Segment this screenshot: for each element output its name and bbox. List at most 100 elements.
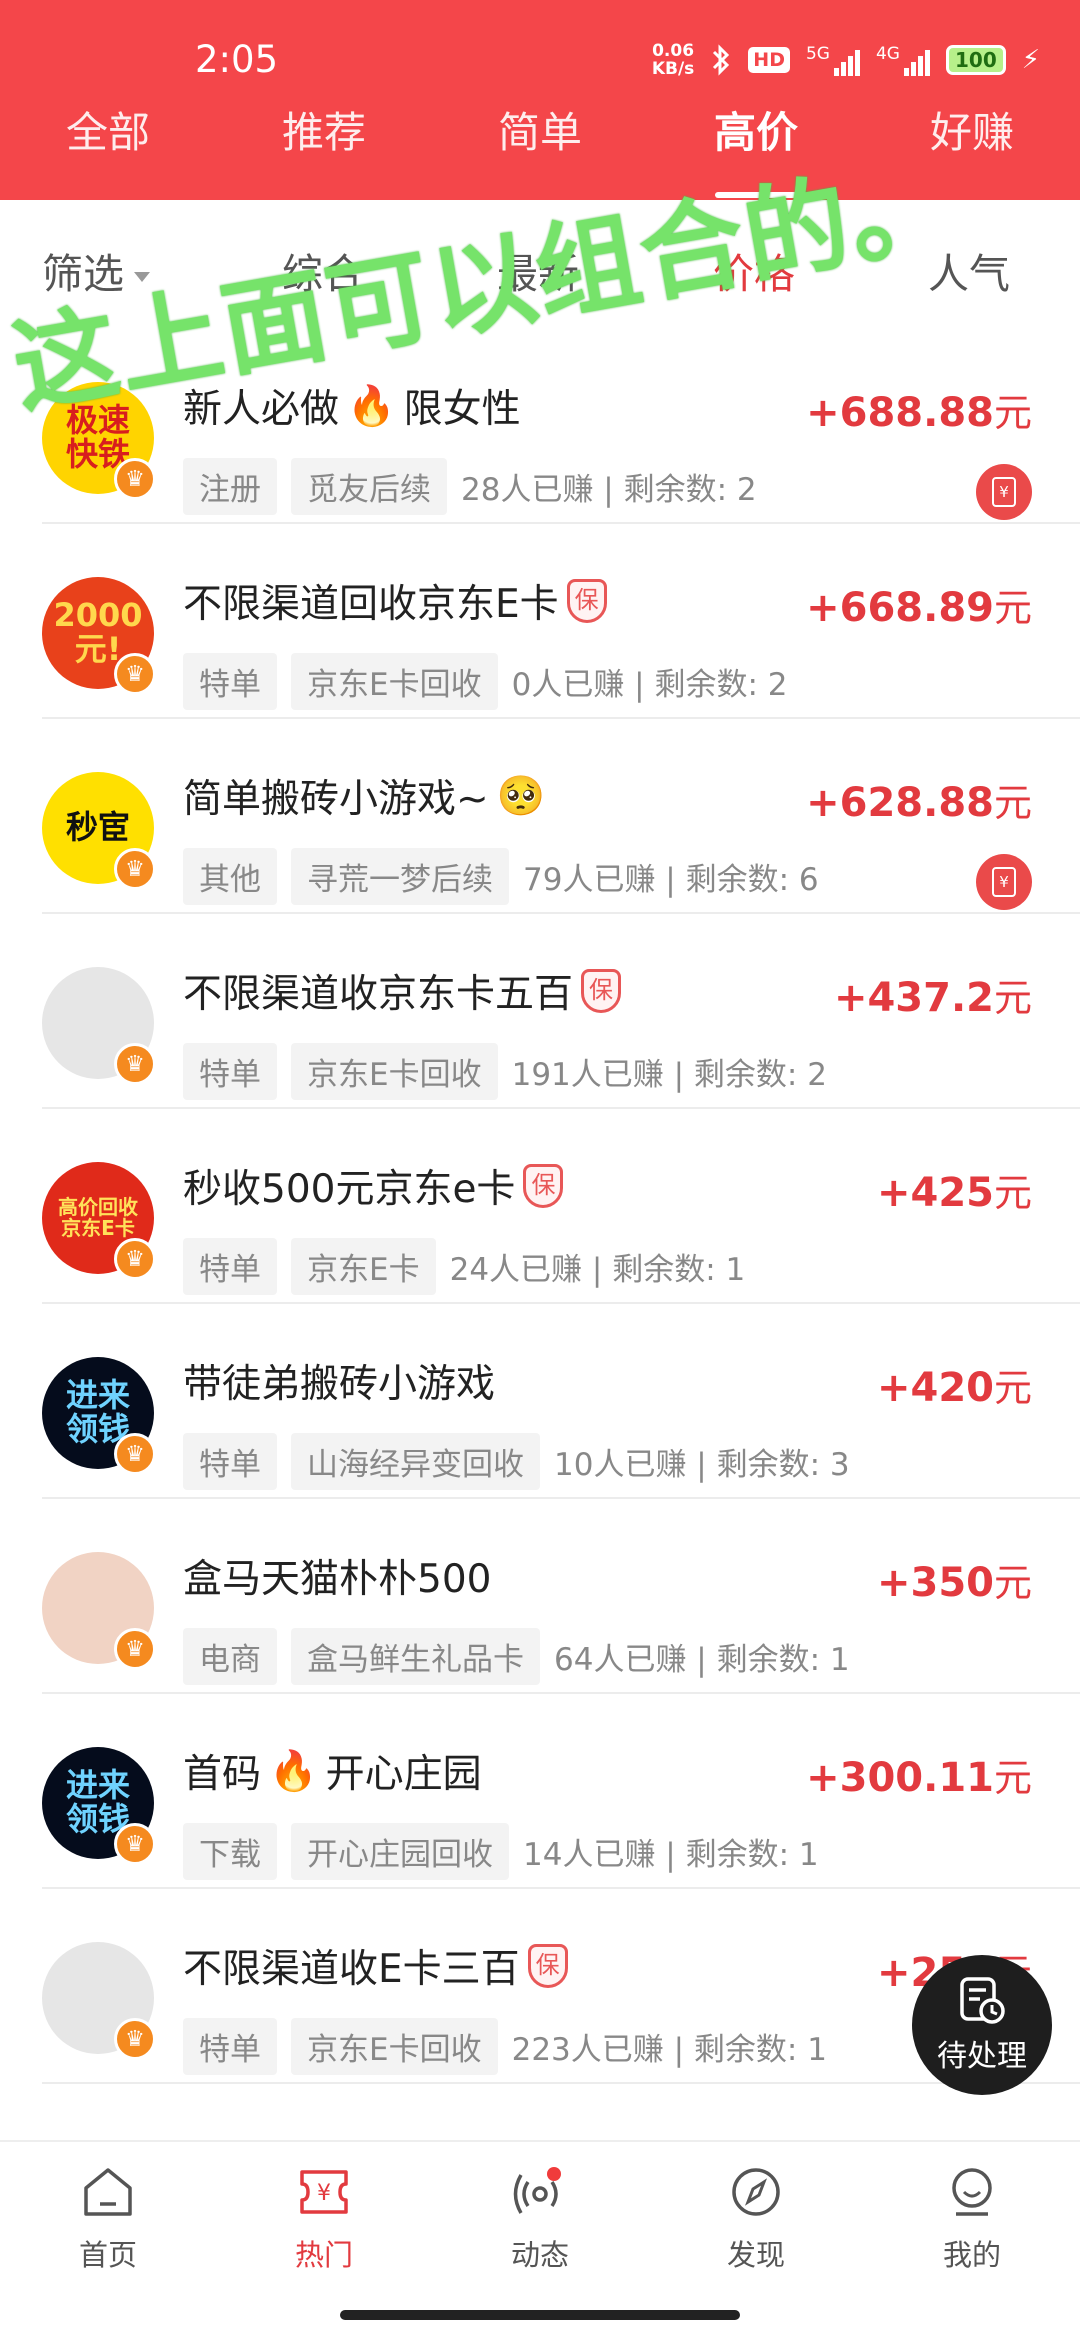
tab-simple[interactable]: 简单 [432,100,648,200]
task-item-6[interactable]: 进来 领钱 ♛ 带徒弟搬砖小游戏 +420元 特单 山海经异变回收 10人已赚 … [0,1305,1080,1499]
pending-button[interactable]: 待处理 [912,1955,1052,2095]
task-stats: 191人已赚 | 剩余数: 2 [511,1057,827,1093]
task-title: 秒收500元京东e卡 保 [183,1158,564,1214]
task-item-2[interactable]: 2000元! ♛ 不限渠道回收京东E卡 保 +668.89元 特单 京东E卡回收… [0,525,1080,719]
emoji-icon: 🔥 [347,384,396,429]
task-meta: 电商 盒马鲜生礼品卡 64人已赚 | 剩余数: 1 [183,1628,850,1685]
category-tag: 特单 [183,1043,277,1100]
status-icons: 0.06 KB/s HD 5G 4G 100 ⚡ [652,40,1040,80]
crown-icon: ♛ [114,1433,156,1475]
task-stats: 24人已赚 | 剩余数: 1 [449,1252,746,1288]
task-title: 首码 🔥 开心庄园 [183,1749,482,1797]
gesture-area [0,2300,1080,2340]
crown-icon: ♛ [114,848,156,890]
sort-popularity[interactable]: 人气 [928,240,1010,300]
task-item-1[interactable]: 极速 快铁 ♛ 新人必做 🔥 限女性 +688.88元 注册 觅友后续 28人已… [0,330,1080,524]
tab-good-earn[interactable]: 好赚 [864,100,1080,200]
notification-dot [547,2167,561,2181]
nav-feed[interactable]: 动态 [432,2142,648,2300]
task-title: 盒马天猫朴朴500 [183,1557,492,1602]
guarantee-badge: 保 [523,1164,564,1208]
status-time: 2:05 [195,38,279,81]
category-tag: 电商 [183,1628,277,1685]
source-tag: 开心庄园回收 [291,1823,509,1880]
category-tabs: 全部 推荐 简单 高价 好赚 [0,100,1080,200]
task-title: 不限渠道回收京东E卡 保 [183,573,607,629]
chevron-down-icon [134,272,150,282]
task-meta: 特单 京东E卡 24人已赚 | 剩余数: 1 [183,1238,745,1295]
task-stats: 10人已赚 | 剩余数: 3 [554,1447,850,1483]
source-tag: 寻荒一梦后续 [291,848,509,905]
task-reward: +668.89元 [806,585,1032,631]
task-title: 带徒弟搬砖小游戏 [183,1362,496,1407]
category-tag: 特单 [183,653,277,710]
hd-voice-icon: HD [748,47,790,73]
compass-icon [732,2168,780,2216]
task-reward: +425元 [876,1170,1032,1216]
emoji-icon: 🥺 [496,774,546,819]
broadcast-icon [513,2167,561,2214]
source-tag: 京东E卡回收 [291,2018,498,2075]
filter-button[interactable]: 筛选 [42,240,150,300]
home-icon [84,2168,132,2216]
task-stats: 79人已赚 | 剩余数: 6 [523,862,819,898]
sort-comprehensive[interactable]: 综合 [282,240,364,300]
home-indicator[interactable] [340,2310,740,2320]
nav-home[interactable]: 首页 [0,2142,216,2300]
task-title: 不限渠道收京东卡五百 保 [183,963,622,1019]
charging-icon: ⚡ [1021,45,1040,75]
task-item-7[interactable]: ♛ 盒马天猫朴朴500 +350元 电商 盒马鲜生礼品卡 64人已赚 | 剩余数… [0,1500,1080,1694]
nav-mine[interactable]: 我的 [864,2142,1080,2300]
tab-recommend[interactable]: 推荐 [216,100,432,200]
nav-discover[interactable]: 发现 [648,2142,864,2300]
task-meta: 特单 京东E卡回收 191人已赚 | 剩余数: 2 [183,1043,827,1100]
guarantee-badge: 保 [566,579,607,623]
divider [42,1302,1080,1304]
crown-icon: ♛ [114,2018,156,2060]
crown-icon: ♛ [114,1628,156,1670]
divider [42,1887,1080,1889]
category-tag: 其他 [183,848,277,905]
sort-price[interactable]: 价格 [713,240,795,300]
task-reward: +300.11元 [806,1755,1032,1801]
source-tag: 觅友后续 [291,458,447,515]
task-item-5[interactable]: 高价回收 京东E卡 ♛ 秒收500元京东e卡 保 +425元 特单 京东E卡 2… [0,1110,1080,1304]
task-reward: +688.88元 [806,390,1032,436]
guarantee-badge: 保 [581,969,622,1013]
signal-5g-icon: 5G [806,44,860,76]
task-reward: +420元 [876,1365,1032,1411]
task-title: 新人必做 🔥 限女性 [183,384,521,432]
task-reward: +628.88元 [806,780,1032,826]
divider [42,2082,1080,2084]
emoji-icon: 🔥 [269,1749,318,1794]
tab-all[interactable]: 全部 [0,100,216,200]
task-item-8[interactable]: 进来 领钱 ♛ 首码 🔥 开心庄园 +300.11元 下载 开心庄园回收 14人… [0,1695,1080,1889]
top-header: 2:05 0.06 KB/s HD 5G 4G 100 ⚡ 全部 推荐 简单 高… [0,0,1080,200]
task-meta: 其他 寻荒一梦后续 79人已赚 | 剩余数: 6 [183,848,819,905]
red-envelope-icon[interactable]: ¥ [976,464,1032,520]
red-envelope-icon[interactable]: ¥ [976,854,1032,910]
tab-high-price[interactable]: 高价 [648,100,864,200]
network-speed: 0.06 KB/s [651,41,695,79]
task-item-3[interactable]: 秒宦 ♛ 简单搬砖小游戏~ 🥺 +628.88元 其他 寻荒一梦后续 79人已赚… [0,720,1080,914]
task-stats: 64人已赚 | 剩余数: 1 [554,1642,850,1678]
category-tag: 特单 [183,1238,277,1295]
task-title: 简单搬砖小游戏~ 🥺 [183,774,546,822]
task-meta: 特单 京东E卡回收 0人已赚 | 剩余数: 2 [183,653,788,710]
sort-bar: 筛选 综合 最新 价格 人气 [0,200,1080,330]
task-reward: +437.2元 [833,975,1032,1021]
source-tag: 京东E卡 [291,1238,436,1295]
profile-icon [952,2168,992,2216]
pending-clock-icon [960,1977,1005,2024]
crown-icon: ♛ [114,1238,156,1280]
task-meta: 注册 觅友后续 28人已赚 | 剩余数: 2 [183,458,757,515]
nav-hot[interactable]: ¥ 热门 [216,2142,432,2300]
crown-icon: ♛ [114,458,156,500]
sort-latest[interactable]: 最新 [497,240,579,300]
divider [42,522,1080,524]
battery-icon: 100 [945,45,1006,75]
guarantee-badge: 保 [527,1944,568,1988]
category-tag: 下载 [183,1823,277,1880]
task-reward: +350元 [876,1560,1032,1606]
task-item-4[interactable]: ♛ 不限渠道收京东卡五百 保 +437.2元 特单 京东E卡回收 191人已赚 … [0,915,1080,1109]
